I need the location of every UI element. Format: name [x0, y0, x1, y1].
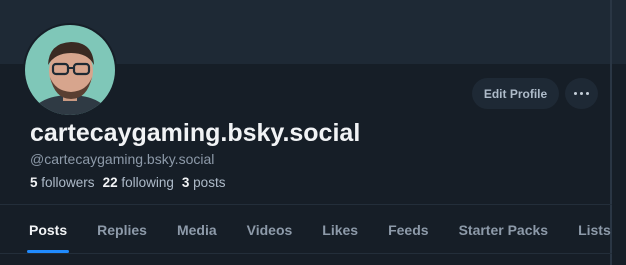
tab-media[interactable]: Media	[162, 205, 232, 253]
tab-posts[interactable]: Posts	[14, 205, 82, 253]
avatar[interactable]	[23, 23, 117, 117]
following-label: following	[121, 175, 174, 190]
profile-stats: 5 followers 22 following 3 posts	[30, 175, 225, 190]
tab-starter-packs[interactable]: Starter Packs	[444, 205, 564, 253]
tab-likes[interactable]: Likes	[307, 205, 373, 253]
tab-lists[interactable]: Lists	[563, 205, 626, 253]
tab-replies[interactable]: Replies	[82, 205, 162, 253]
profile-handle: @cartecaygaming.bsky.social	[30, 151, 215, 167]
edit-profile-button[interactable]: Edit Profile	[472, 78, 559, 109]
more-options-button[interactable]	[565, 78, 598, 109]
posts-label: posts	[193, 175, 226, 190]
display-name: cartecaygaming.bsky.social	[30, 119, 361, 147]
profile-tabs: Posts Replies Media Videos Likes Feeds S…	[14, 205, 626, 253]
tabs-underline	[0, 253, 612, 254]
following-count: 22	[102, 175, 118, 190]
tab-feeds[interactable]: Feeds	[373, 205, 443, 253]
following-link[interactable]: 22 following	[103, 175, 174, 190]
followers-count: 5	[30, 175, 38, 190]
tab-videos[interactable]: Videos	[232, 205, 308, 253]
avatar-image	[25, 25, 115, 115]
posts-count: 3	[181, 175, 190, 190]
followers-link[interactable]: 5 followers	[30, 175, 95, 190]
followers-label: followers	[41, 175, 95, 190]
ellipsis-icon	[574, 92, 577, 95]
